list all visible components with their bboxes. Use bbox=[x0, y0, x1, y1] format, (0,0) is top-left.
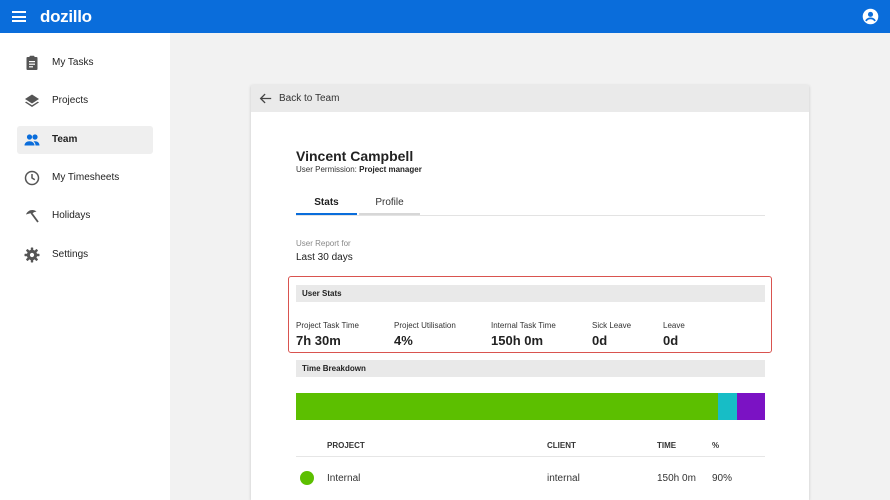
sidebar-item-label: Projects bbox=[52, 95, 89, 106]
stat-project-utilisation: Project Utilisation 4% bbox=[394, 321, 456, 348]
stat-sick-leave: Sick Leave 0d bbox=[592, 321, 631, 348]
card-header: Back to Team bbox=[251, 85, 809, 112]
account-circle-icon[interactable] bbox=[862, 8, 879, 25]
stat-value: 4% bbox=[394, 333, 413, 348]
column-header-project[interactable]: PROJECT bbox=[327, 441, 365, 450]
sidebar: My Tasks Projects Team My Timesheets Hol… bbox=[0, 33, 170, 500]
stat-label: Sick Leave bbox=[592, 321, 632, 330]
hamburger-icon[interactable] bbox=[12, 11, 26, 22]
time-breakdown-bar bbox=[296, 393, 765, 420]
report-range-select[interactable]: Last 30 days bbox=[296, 252, 353, 263]
permission-value: Project manager bbox=[359, 165, 422, 174]
user-permission: User Permission: Project manager bbox=[296, 165, 422, 174]
column-header-percent[interactable]: % bbox=[712, 441, 719, 450]
user-stats-header: User Stats bbox=[296, 285, 765, 302]
stat-value: 150h 0m bbox=[491, 333, 544, 348]
clock-icon bbox=[24, 170, 40, 186]
stat-value: 7h 30m bbox=[296, 333, 341, 348]
gear-icon bbox=[24, 247, 40, 263]
tab-profile[interactable]: Profile bbox=[359, 197, 420, 208]
tabs-divider bbox=[296, 215, 765, 216]
stat-leave: Leave 0d bbox=[663, 321, 685, 348]
table-header-divider bbox=[296, 456, 765, 457]
sidebar-item-holidays[interactable]: Holidays bbox=[17, 202, 153, 230]
top-app-bar: dozillo bbox=[0, 0, 890, 33]
arrow-left-icon[interactable] bbox=[259, 92, 272, 105]
user-name: Vincent Campbell bbox=[296, 148, 414, 164]
breakdown-segment-1 bbox=[718, 393, 737, 420]
user-detail-card: Back to Team Vincent Campbell User Permi… bbox=[251, 85, 809, 500]
sidebar-item-label: My Tasks bbox=[52, 57, 94, 68]
sidebar-item-projects[interactable]: Projects bbox=[17, 87, 153, 115]
stat-internal-task-time: Internal Task Time 150h 0m bbox=[491, 321, 556, 348]
sidebar-item-label: Settings bbox=[52, 249, 89, 260]
tab-stats[interactable]: Stats bbox=[296, 197, 357, 208]
stat-label: Project Utilisation bbox=[394, 321, 456, 330]
clipboard-icon bbox=[26, 55, 38, 70]
breakdown-segment-0 bbox=[296, 393, 719, 420]
table-cell-time: 150h 0m bbox=[657, 473, 696, 484]
sidebar-item-settings[interactable]: Settings bbox=[17, 241, 153, 269]
app-logo[interactable]: dozillo bbox=[40, 7, 92, 27]
column-header-client[interactable]: CLIENT bbox=[547, 441, 576, 450]
report-for-label: User Report for bbox=[296, 239, 351, 248]
sidebar-item-my-timesheets[interactable]: My Timesheets bbox=[17, 164, 153, 192]
sidebar-item-my-tasks[interactable]: My Tasks bbox=[17, 49, 153, 77]
section-title: Time Breakdown bbox=[302, 364, 366, 373]
stat-label: Leave bbox=[663, 321, 685, 330]
stat-project-task-time: Project Task Time 7h 30m bbox=[296, 321, 359, 348]
section-title: User Stats bbox=[302, 289, 342, 298]
table-cell-client: internal bbox=[547, 473, 580, 484]
time-breakdown-header: Time Breakdown bbox=[296, 360, 765, 377]
stat-value: 0d bbox=[663, 333, 679, 348]
table-cell-project[interactable]: Internal bbox=[327, 473, 360, 484]
permission-prefix: User Permission: bbox=[296, 165, 357, 174]
column-header-time[interactable]: TIME bbox=[657, 441, 676, 450]
sidebar-item-team[interactable]: Team bbox=[17, 126, 153, 154]
project-color-dot bbox=[300, 471, 314, 485]
stat-value: 0d bbox=[592, 333, 608, 348]
breakdown-segment-2 bbox=[736, 393, 765, 420]
back-to-team-link[interactable]: Back to Team bbox=[279, 93, 339, 104]
stat-label: Project Task Time bbox=[296, 321, 359, 330]
layers-icon bbox=[25, 94, 39, 107]
people-icon bbox=[24, 134, 40, 146]
sidebar-item-label: My Timesheets bbox=[52, 172, 120, 183]
stat-label: Internal Task Time bbox=[491, 321, 556, 330]
sidebar-item-label: Team bbox=[52, 134, 78, 145]
sidebar-item-label: Holidays bbox=[52, 210, 91, 221]
table-cell-percent: 90% bbox=[712, 473, 733, 484]
beach-umbrella-icon bbox=[26, 209, 39, 223]
